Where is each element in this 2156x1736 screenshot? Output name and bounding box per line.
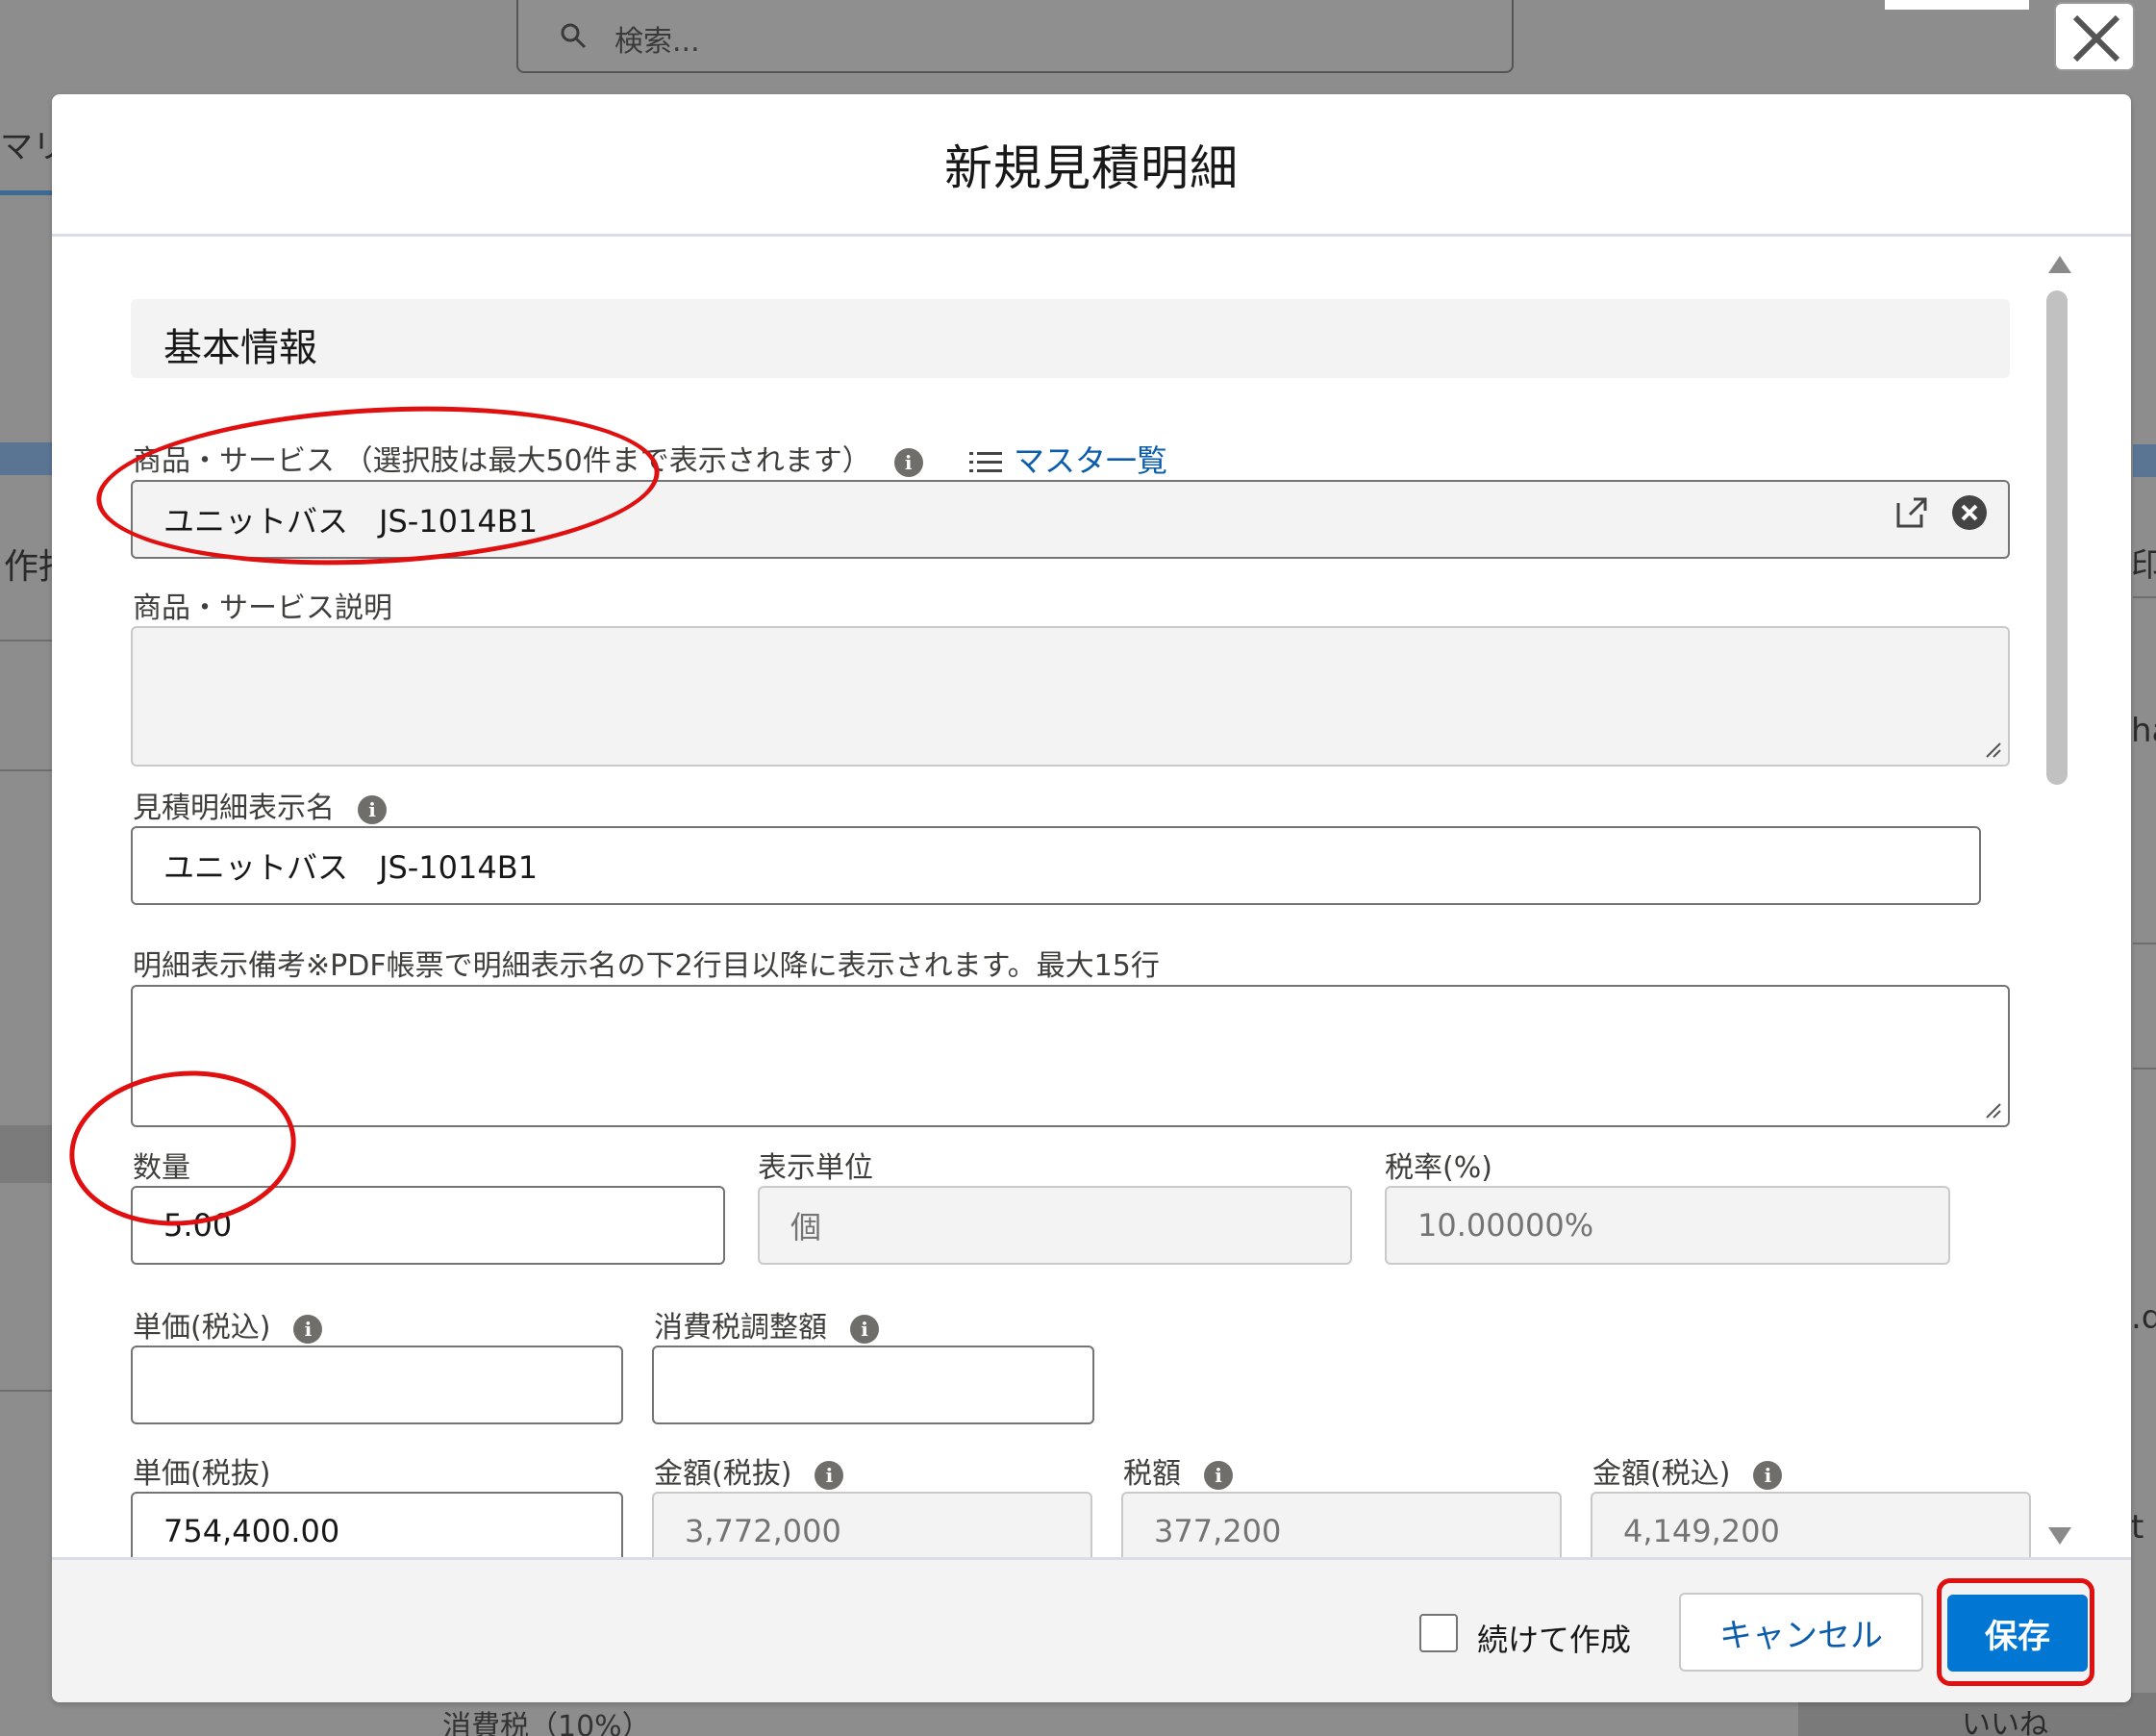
background-divider [2133, 943, 2156, 944]
unit-price-incl-input[interactable] [131, 1346, 623, 1424]
tax-adjustment-label-text: 消費税調整額 [654, 1311, 827, 1345]
background-right-strip [2133, 444, 2156, 477]
tax-amount-label: 税額 i [1123, 1449, 1233, 1492]
master-list-link[interactable]: マスタ一覧 [969, 437, 1167, 481]
search-placeholder: 検索... [614, 25, 700, 59]
info-icon[interactable]: i [358, 794, 387, 824]
background-corner [1885, 0, 2029, 10]
continue-create-label[interactable]: 続けて作成 [1477, 1616, 1631, 1660]
tax-rate-value: 10.00000% [1417, 1207, 1594, 1244]
resize-handle-icon[interactable] [1985, 1102, 2002, 1120]
unit-value: 個 [790, 1209, 822, 1245]
scroll-down-arrow-icon[interactable] [2046, 1525, 2073, 1547]
tax-adjustment-input[interactable] [652, 1346, 1094, 1424]
tax-amount-value: 377,200 [1154, 1513, 1282, 1549]
modal-close-button[interactable] [2054, 2, 2135, 71]
scroll-up-arrow-icon[interactable] [2046, 254, 2073, 275]
close-icon [2072, 14, 2120, 63]
unit-field: 個 [758, 1186, 1352, 1265]
amount-incl-field: 4,149,200 [1591, 1492, 2031, 1557]
background-right-text: ha [2131, 712, 2156, 750]
amount-incl-label-text: 金額(税込) [1592, 1457, 1731, 1491]
display-note-label: 明細表示備考※PDF帳票で明細表示名の下2行目以降に表示されます。最大15行 [133, 949, 1160, 983]
background-left-block [0, 1125, 54, 1183]
amount-incl-value: 4,149,200 [1623, 1513, 1780, 1549]
amount-excl-label: 金額(税抜) i [654, 1449, 844, 1492]
tax-rate-label: 税率(%) [1385, 1151, 1492, 1185]
background-left-strip [0, 442, 54, 475]
tax-rate-field: 10.00000% [1385, 1186, 1950, 1265]
display-name-label: 見積明細表示名 i [133, 784, 387, 826]
section-title: 基本情報 [163, 326, 317, 370]
list-icon [969, 452, 1002, 472]
unit-price-incl-label: 単価(税込) i [133, 1303, 323, 1346]
master-list-link-text: マスタ一覧 [1014, 442, 1168, 479]
open-in-new-icon[interactable] [1893, 493, 1931, 532]
background-divider [0, 640, 54, 642]
info-icon[interactable]: i [1753, 1460, 1783, 1490]
amount-excl-field: 3,772,000 [652, 1492, 1092, 1557]
info-icon[interactable]: i [893, 447, 923, 477]
global-search-box[interactable]: 検索... [516, 0, 1514, 73]
background-divider [2133, 596, 2156, 598]
unit-price-excl-label: 単価(税抜) [133, 1457, 271, 1491]
background-right-text: .d [2131, 1298, 2156, 1337]
annotation-rect-save [1937, 1578, 2094, 1686]
info-icon[interactable]: i [850, 1314, 879, 1344]
cancel-button[interactable]: キャンセル [1679, 1593, 1923, 1672]
search-icon [561, 23, 587, 49]
clear-icon[interactable] [1950, 493, 1989, 532]
continue-create-checkbox[interactable] [1419, 1614, 1458, 1652]
modal-footer: 続けて作成 キャンセル 保存 [52, 1557, 2131, 1702]
modal-header: 新規見積明細 [52, 94, 2131, 237]
info-icon[interactable]: i [293, 1314, 323, 1344]
unit-price-excl-value: 754,400.00 [163, 1513, 340, 1549]
unit-label: 表示単位 [758, 1151, 873, 1185]
tax-amount-label-text: 税額 [1123, 1457, 1181, 1491]
like-label: いいね [1962, 1708, 2048, 1736]
tax-amount-field: 377,200 [1121, 1492, 1562, 1557]
product-description-textarea [131, 626, 2010, 767]
background-divider [2133, 1068, 2156, 1069]
background-tab-underline [0, 190, 54, 195]
display-name-input[interactable]: ユニットバス JS-1014B1 [131, 826, 1981, 905]
section-header-basic-info[interactable]: 基本情報 [131, 299, 2010, 378]
unit-price-incl-label-text: 単価(税込) [133, 1311, 271, 1345]
product-description-label: 商品・サービス説明 [133, 591, 392, 625]
display-name-value: ユニットバス JS-1014B1 [163, 849, 539, 886]
background-divider [0, 769, 54, 771]
modal-scrollbar-thumb[interactable] [2046, 290, 2068, 785]
resize-handle-icon [1986, 742, 2001, 758]
info-icon[interactable]: i [1204, 1460, 1233, 1490]
display-name-label-text: 見積明細表示名 [133, 792, 335, 825]
amount-excl-value: 3,772,000 [685, 1513, 841, 1549]
amount-incl-label: 金額(税込) i [1592, 1449, 1783, 1492]
modal-title: 新規見積明細 [944, 139, 1239, 196]
background-right-text: 印 [2131, 546, 2156, 585]
new-quote-line-modal: 新規見積明細 基本情報 商品・サービス （選択肢は最大50件まで表示されます） i… [52, 94, 2131, 1702]
background-bottom-text: 消費税（10%） [442, 1710, 651, 1736]
amount-excl-label-text: 金額(税抜) [654, 1457, 792, 1491]
background-right-text: t [2131, 1508, 2144, 1547]
info-icon[interactable]: i [815, 1460, 844, 1490]
tax-adjustment-label: 消費税調整額 i [654, 1303, 879, 1346]
background-divider [0, 1390, 54, 1392]
display-note-textarea[interactable] [131, 985, 2010, 1127]
unit-price-excl-input[interactable]: 754,400.00 [131, 1492, 623, 1557]
